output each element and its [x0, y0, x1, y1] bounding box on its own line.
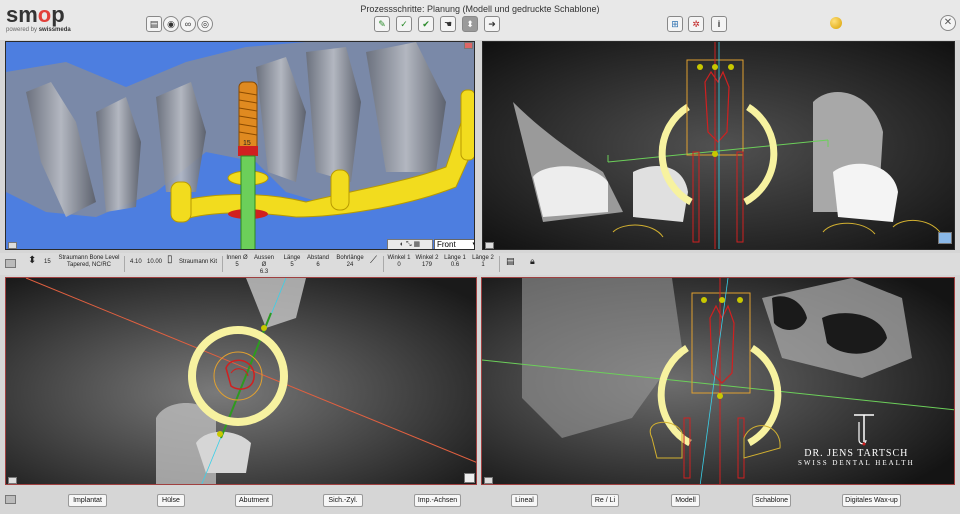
step-check-icon[interactable]: ✓ — [396, 16, 412, 32]
lock-icon[interactable]: 🔒︎ — [530, 257, 535, 266]
settings-gear-icon[interactable]: ✲ — [688, 16, 704, 32]
tab-imp-achsen[interactable]: Imp.-Achsen — [414, 494, 461, 507]
field-innen: Innen Ø5 — [226, 255, 248, 268]
implant-abutment — [238, 146, 258, 156]
tab-sich-zyl[interactable]: Sich.-Zyl. — [323, 494, 363, 507]
separator — [383, 256, 384, 272]
3d-scene: 15 — [6, 42, 474, 249]
handle-point[interactable] — [697, 64, 703, 70]
ct-slice-axial — [6, 278, 476, 484]
info-icon[interactable]: i — [711, 16, 727, 32]
kit-icon: ▯ — [167, 254, 173, 265]
field-aussen: Aussen Ø 6.3 — [253, 255, 274, 275]
implant-position-label: 15 — [243, 140, 251, 147]
handle-point[interactable] — [217, 431, 223, 437]
angle-icon: ⟋ — [370, 255, 377, 266]
tab-schablone[interactable]: Schablone — [752, 494, 791, 507]
handle-point[interactable] — [717, 393, 723, 399]
separator — [124, 256, 125, 272]
tab-re-li[interactable]: Re / Li — [591, 494, 619, 507]
view-ct-axial[interactable] — [5, 277, 477, 485]
notes-icon[interactable]: ▤ — [506, 257, 515, 266]
implant-length: 10.00 — [147, 259, 163, 265]
implant-diameter: 4.10 — [130, 259, 142, 265]
handle-point[interactable] — [712, 151, 718, 157]
guide-pillar — [460, 89, 474, 161]
handle-point[interactable] — [261, 325, 267, 331]
view-corner-icon[interactable] — [484, 477, 493, 484]
info-bar-toggle-icon[interactable] — [5, 259, 16, 268]
view-corner-icon[interactable] — [8, 242, 17, 249]
field-laenge2: Länge 21 — [472, 255, 494, 268]
guide-pillar — [330, 169, 350, 211]
field-bohrlaenge: Bohrlänge 24 — [336, 255, 364, 268]
orientation-select[interactable]: Front▾ — [434, 239, 474, 249]
implant-position: 15 — [44, 259, 51, 265]
view-corner-icon[interactable] — [8, 477, 17, 484]
camera-icon[interactable]: ◎ — [197, 16, 213, 32]
implant-info-bar: ⬍ 15 Straumann Bone Level Tapered, NC/RC… — [0, 253, 960, 275]
glasses-icon[interactable]: ∞ — [180, 16, 196, 32]
list-icon[interactable]: ▤ — [146, 16, 162, 32]
step-hand-icon[interactable]: ☚ — [440, 16, 456, 32]
top-toolbar: smop powered by swissmeda Prozessschritt… — [0, 0, 960, 40]
tab-abutment[interactable]: Abutment — [235, 494, 273, 507]
process-step-title: Prozessschritte: Planung (Modell und ged… — [360, 4, 600, 14]
handle-point[interactable] — [701, 297, 707, 303]
step-confirm-icon[interactable]: ✔ — [418, 16, 434, 32]
implant-axis-cylinder — [240, 155, 256, 249]
layout-icon[interactable]: ⊞ — [667, 16, 683, 32]
ct-slice-top-right — [483, 42, 954, 249]
step-edit-icon[interactable]: ✎ — [374, 16, 390, 32]
implant-library-icon[interactable]: ◉ — [163, 16, 179, 32]
field-winkel2: Winkel 2 179 — [415, 255, 439, 268]
tab-lineal[interactable]: Lineal — [511, 494, 538, 507]
field-winkel1: Winkel 10 — [387, 255, 411, 268]
view-corner-icon[interactable] — [485, 242, 494, 249]
handle-point[interactable] — [719, 297, 725, 303]
view-ct-cross-section[interactable] — [482, 41, 955, 250]
field-laenge1: Länge 1 0.6 — [444, 255, 466, 268]
tab-implantat[interactable]: Implantat — [68, 494, 107, 507]
field-laenge: Länge 5 — [283, 255, 301, 268]
implant-name: Straumann Bone Level Tapered, NC/RC — [58, 255, 120, 268]
close-icon[interactable]: ✕ — [940, 15, 956, 31]
ct-tooth — [196, 431, 251, 473]
step-export-icon[interactable]: ➜ — [484, 16, 500, 32]
bottom-toggle-icon[interactable] — [5, 495, 16, 504]
brand-monogram-logo — [854, 414, 874, 446]
separator — [499, 256, 500, 272]
implant-type-icon: ⬍ — [28, 255, 37, 266]
handle-point[interactable] — [728, 64, 734, 70]
status-indicator-icon — [830, 17, 842, 29]
handle-point[interactable] — [737, 297, 743, 303]
tab-huelse[interactable]: Hülse — [157, 494, 185, 507]
tab-digitales-wax-up[interactable]: Digitales Wax-up — [842, 494, 901, 507]
ct-tooth-crown — [533, 166, 608, 217]
smop-planning-window: smop powered by swissmeda Prozessschritt… — [0, 0, 960, 514]
view-tools-icon[interactable]: ◐ ⤡ ▦ — [387, 239, 433, 249]
brand-watermark: DR. JENS TARTSCH SWISS DENTAL HEALTH — [798, 448, 915, 467]
step-implant-icon[interactable]: ⬍ — [462, 16, 478, 32]
view-tile-icon[interactable] — [938, 232, 952, 244]
separator — [222, 256, 223, 272]
tab-modell[interactable]: Modell — [671, 494, 700, 507]
kit-name: Straumann Kit — [179, 259, 218, 265]
logo-subtitle: powered by swissmeda — [6, 27, 71, 33]
view-3d-model[interactable]: 15 ◐ ⤡ ▦ Front▾ — [5, 41, 475, 250]
bottom-toolbar: Implantat Hülse Abutment Sich.-Zyl. Imp.… — [0, 488, 960, 514]
guide-pillar — [170, 181, 192, 223]
view-expand-icon[interactable] — [464, 473, 475, 483]
handle-point[interactable] — [712, 64, 718, 70]
field-abstand: Abstand 6 — [306, 255, 330, 268]
view-snapshot-icon[interactable] — [464, 42, 473, 49]
